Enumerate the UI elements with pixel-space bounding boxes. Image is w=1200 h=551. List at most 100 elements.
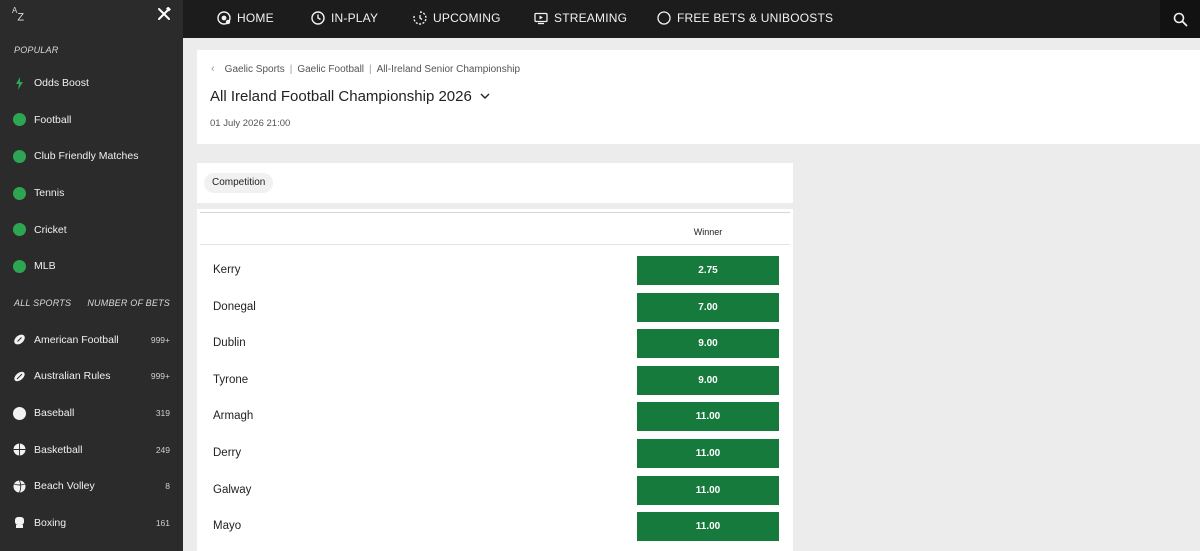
sidebar-item-label: MLB xyxy=(34,260,56,273)
sidebar-item-football[interactable]: Football xyxy=(0,102,183,139)
breadcrumb-item[interactable]: Gaelic Sports xyxy=(225,64,285,75)
nav-free-bets[interactable]: FREE BETS & UNIBOOSTS xyxy=(657,0,833,36)
az-sort-button[interactable]: AZ xyxy=(12,6,24,24)
number-of-bets-heading: NUMBER OF BETS xyxy=(87,297,170,308)
bet-count: 999+ xyxy=(150,371,170,382)
divider xyxy=(200,244,790,245)
sidebar-item-label: Odds Boost xyxy=(34,77,89,90)
cricket-icon xyxy=(13,223,26,237)
volleyball-icon xyxy=(13,480,26,493)
chevron-left-icon[interactable]: ‹ xyxy=(211,63,215,75)
breadcrumb-item[interactable]: All-Ireland Senior Championship xyxy=(377,64,520,75)
table-row: Mayo 11.00 xyxy=(197,508,793,545)
sidebar-item-label: Football xyxy=(34,113,72,126)
sidebar-item-label: Tennis xyxy=(34,187,65,200)
sidebar-item-label: Beach Volley xyxy=(34,480,95,493)
team-name: Donegal xyxy=(213,300,256,313)
breadcrumb-separator: | xyxy=(369,63,372,75)
sidebar: AZ POPULAR Odds Boost Football Club Frie… xyxy=(0,0,183,551)
search-icon xyxy=(1173,12,1187,26)
streaming-icon xyxy=(534,12,548,25)
sidebar-top: AZ xyxy=(0,0,183,36)
odds-button[interactable]: 11.00 xyxy=(637,439,779,468)
market-filter-bar: Competition xyxy=(197,163,793,203)
sidebar-item-label: Baseball xyxy=(34,407,75,420)
sidebar-item-beach-volley[interactable]: Beach Volley 8 xyxy=(0,468,183,505)
clock-icon xyxy=(311,11,325,25)
breadcrumb-separator: | xyxy=(289,63,293,75)
chevron-down-icon xyxy=(480,93,490,99)
odds-button[interactable]: 11.00 xyxy=(637,402,779,432)
table-row: Kerry 2.75 xyxy=(197,252,793,289)
column-header-winner: Winner xyxy=(693,227,723,237)
sidebar-item-label: Cricket xyxy=(34,223,67,236)
sidebar-item-boxing[interactable]: Boxing 161 xyxy=(0,505,183,542)
table-row: Dublin 9.00 xyxy=(197,325,793,362)
nav-in-play[interactable]: IN-PLAY xyxy=(311,0,378,36)
table-row: Donegal 7.00 xyxy=(197,289,793,326)
baseball-icon xyxy=(13,406,26,420)
popular-heading: POPULAR xyxy=(14,45,59,55)
breadcrumb: ‹ Gaelic Sports | Gaelic Football | All-… xyxy=(211,63,520,75)
football-icon xyxy=(13,149,26,163)
sidebar-item-club-friendly-matches[interactable]: Club Friendly Matches xyxy=(0,138,183,175)
upcoming-icon xyxy=(413,11,427,25)
bet-count: 161 xyxy=(155,517,170,528)
event-title-dropdown[interactable]: All Ireland Football Championship 2026 xyxy=(210,88,490,105)
sidebar-item-mlb[interactable]: MLB xyxy=(0,248,183,285)
event-header: ‹ Gaelic Sports | Gaelic Football | All-… xyxy=(197,50,1200,144)
odds-button[interactable]: 9.00 xyxy=(637,365,779,395)
odds-button[interactable]: 7.00 xyxy=(637,292,779,322)
table-row: Derry 11.00 xyxy=(197,435,793,472)
table-row: Tyrone 9.00 xyxy=(197,362,793,399)
tools-icon[interactable] xyxy=(157,7,171,21)
search-button[interactable] xyxy=(1160,0,1200,38)
sidebar-item-label: Boxing xyxy=(34,516,67,529)
sidebar-item-australian-rules[interactable]: Australian Rules 999+ xyxy=(0,358,183,395)
sidebar-item-label: Basketball xyxy=(34,443,83,456)
odds-button[interactable]: 2.75 xyxy=(637,256,779,285)
team-name: Galway xyxy=(213,483,252,496)
odds-button[interactable]: 11.00 xyxy=(637,475,779,505)
sidebar-item-basketball[interactable]: Basketball 249 xyxy=(0,431,183,468)
sidebar-item-baseball[interactable]: Baseball 319 xyxy=(0,395,183,432)
sidebar-item-cricket[interactable]: Cricket xyxy=(0,211,183,248)
tab-competition[interactable]: Competition xyxy=(204,173,274,193)
home-icon xyxy=(217,11,231,25)
nav-streaming[interactable]: STREAMING xyxy=(534,0,627,36)
nav-upcoming[interactable]: UPCOMING xyxy=(413,0,501,36)
american-football-icon xyxy=(14,334,25,345)
bet-count: 319 xyxy=(155,408,170,419)
odds-boost-icon xyxy=(16,76,23,90)
breadcrumb-item[interactable]: Gaelic Football xyxy=(297,64,364,75)
event-date: 01 July 2026 21:00 xyxy=(210,118,291,129)
top-nav: HOME IN-PLAY UPCOMING STREAMING FREE BET… xyxy=(183,0,1200,38)
team-name: Dublin xyxy=(213,337,246,350)
sidebar-item-odds-boost[interactable]: Odds Boost xyxy=(0,65,183,102)
sidebar-item-label: Club Friendly Matches xyxy=(34,150,139,163)
all-sports-heading: ALL SPORTS NUMBER OF BETS xyxy=(0,285,183,322)
team-name: Kerry xyxy=(213,264,241,276)
odds-button[interactable]: 9.00 xyxy=(637,329,779,359)
team-name: Armagh xyxy=(213,410,254,423)
bet-count: 249 xyxy=(155,444,170,455)
bet-count: 999+ xyxy=(150,334,170,345)
basketball-icon xyxy=(13,443,26,456)
nav-home[interactable]: HOME xyxy=(217,0,274,36)
winner-market: Winner Kerry 2.75 Donegal 7.00 Dublin 9.… xyxy=(197,209,793,551)
australian-rules-icon xyxy=(14,371,25,382)
odds-button[interactable]: 11.00 xyxy=(637,512,779,542)
football-icon xyxy=(13,113,26,127)
sidebar-item-american-football[interactable]: American Football 999+ xyxy=(0,322,183,359)
bet-count: 8 xyxy=(165,481,170,492)
table-row: Galway 11.00 xyxy=(197,472,793,509)
tennis-icon xyxy=(13,186,26,200)
team-name: Tyrone xyxy=(213,373,249,386)
boxing-icon xyxy=(15,517,24,529)
sidebar-item-tennis[interactable]: Tennis xyxy=(0,175,183,212)
team-name: Derry xyxy=(213,447,242,459)
page-title: All Ireland Football Championship 2026 xyxy=(210,88,472,105)
mlb-icon xyxy=(13,259,26,273)
free-bets-icon xyxy=(657,11,671,25)
divider xyxy=(200,212,790,213)
